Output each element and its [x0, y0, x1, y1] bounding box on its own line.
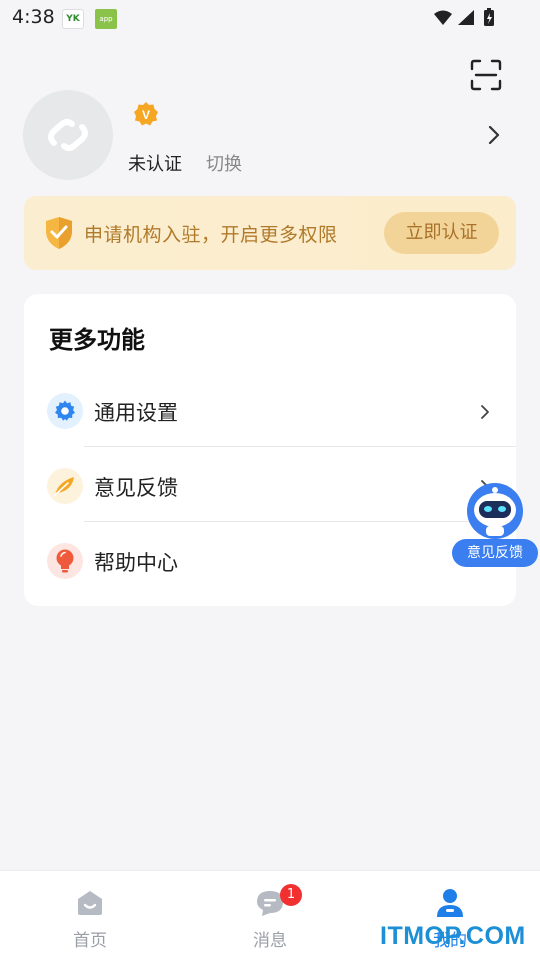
robot-icon	[466, 482, 524, 540]
menu-item-feedback[interactable]: 意见反馈	[24, 449, 516, 524]
nav-label: 消息	[253, 931, 287, 951]
menu-item-help-center[interactable]: 帮助中心	[24, 524, 516, 599]
status-time: 4:38	[12, 6, 55, 28]
chevron-right-icon	[479, 403, 491, 421]
scan-button[interactable]	[470, 59, 502, 91]
notification-app-icon: YK	[62, 9, 84, 29]
shield-check-icon	[44, 216, 74, 250]
menu-item-general-settings[interactable]: 通用设置	[24, 374, 516, 449]
signal-icon	[458, 10, 474, 25]
verification-status: 未认证	[128, 154, 182, 175]
verify-now-button[interactable]: 立即认证	[384, 212, 499, 254]
menu-item-label: 意见反馈	[94, 476, 178, 500]
more-functions-card: 更多功能 通用设置 意见反馈 帮助中心	[24, 294, 516, 606]
banner-text: 申请机构入驻，开启更多权限	[84, 224, 338, 246]
avatar-logo-icon	[48, 119, 88, 151]
nav-label: 首页	[73, 931, 107, 951]
menu-item-label: 帮助中心	[94, 551, 178, 575]
verification-badge-icon: V	[133, 101, 159, 127]
notification-app-icon-2: app	[95, 9, 117, 29]
nav-item-messages[interactable]: 消息	[180, 871, 360, 960]
nav-item-home[interactable]: 首页	[0, 871, 180, 960]
unread-badge: 1	[280, 884, 302, 906]
avatar[interactable]	[23, 90, 113, 180]
wifi-icon	[434, 10, 452, 25]
floating-feedback-button[interactable]: 意见反馈	[452, 482, 538, 568]
feather-icon	[47, 468, 83, 504]
home-icon	[74, 887, 106, 919]
institution-verify-banner: 申请机构入驻，开启更多权限 立即认证	[24, 196, 516, 270]
lightbulb-icon	[47, 543, 83, 579]
watermark: ITMOP.COM	[380, 922, 526, 950]
divider	[84, 446, 516, 447]
floating-feedback-label: 意见反馈	[452, 539, 538, 567]
status-bar: 4:38 YK app	[0, 0, 540, 36]
svg-text:V: V	[142, 108, 150, 122]
user-icon	[434, 887, 466, 919]
gear-icon	[47, 393, 83, 429]
scan-icon	[470, 59, 502, 91]
menu-item-label: 通用设置	[94, 401, 178, 425]
profile-chevron-right-icon[interactable]	[486, 124, 502, 146]
system-status-icons	[434, 8, 494, 26]
switch-identity-link[interactable]: 切换	[206, 150, 242, 176]
section-title: 更多功能	[49, 326, 145, 354]
